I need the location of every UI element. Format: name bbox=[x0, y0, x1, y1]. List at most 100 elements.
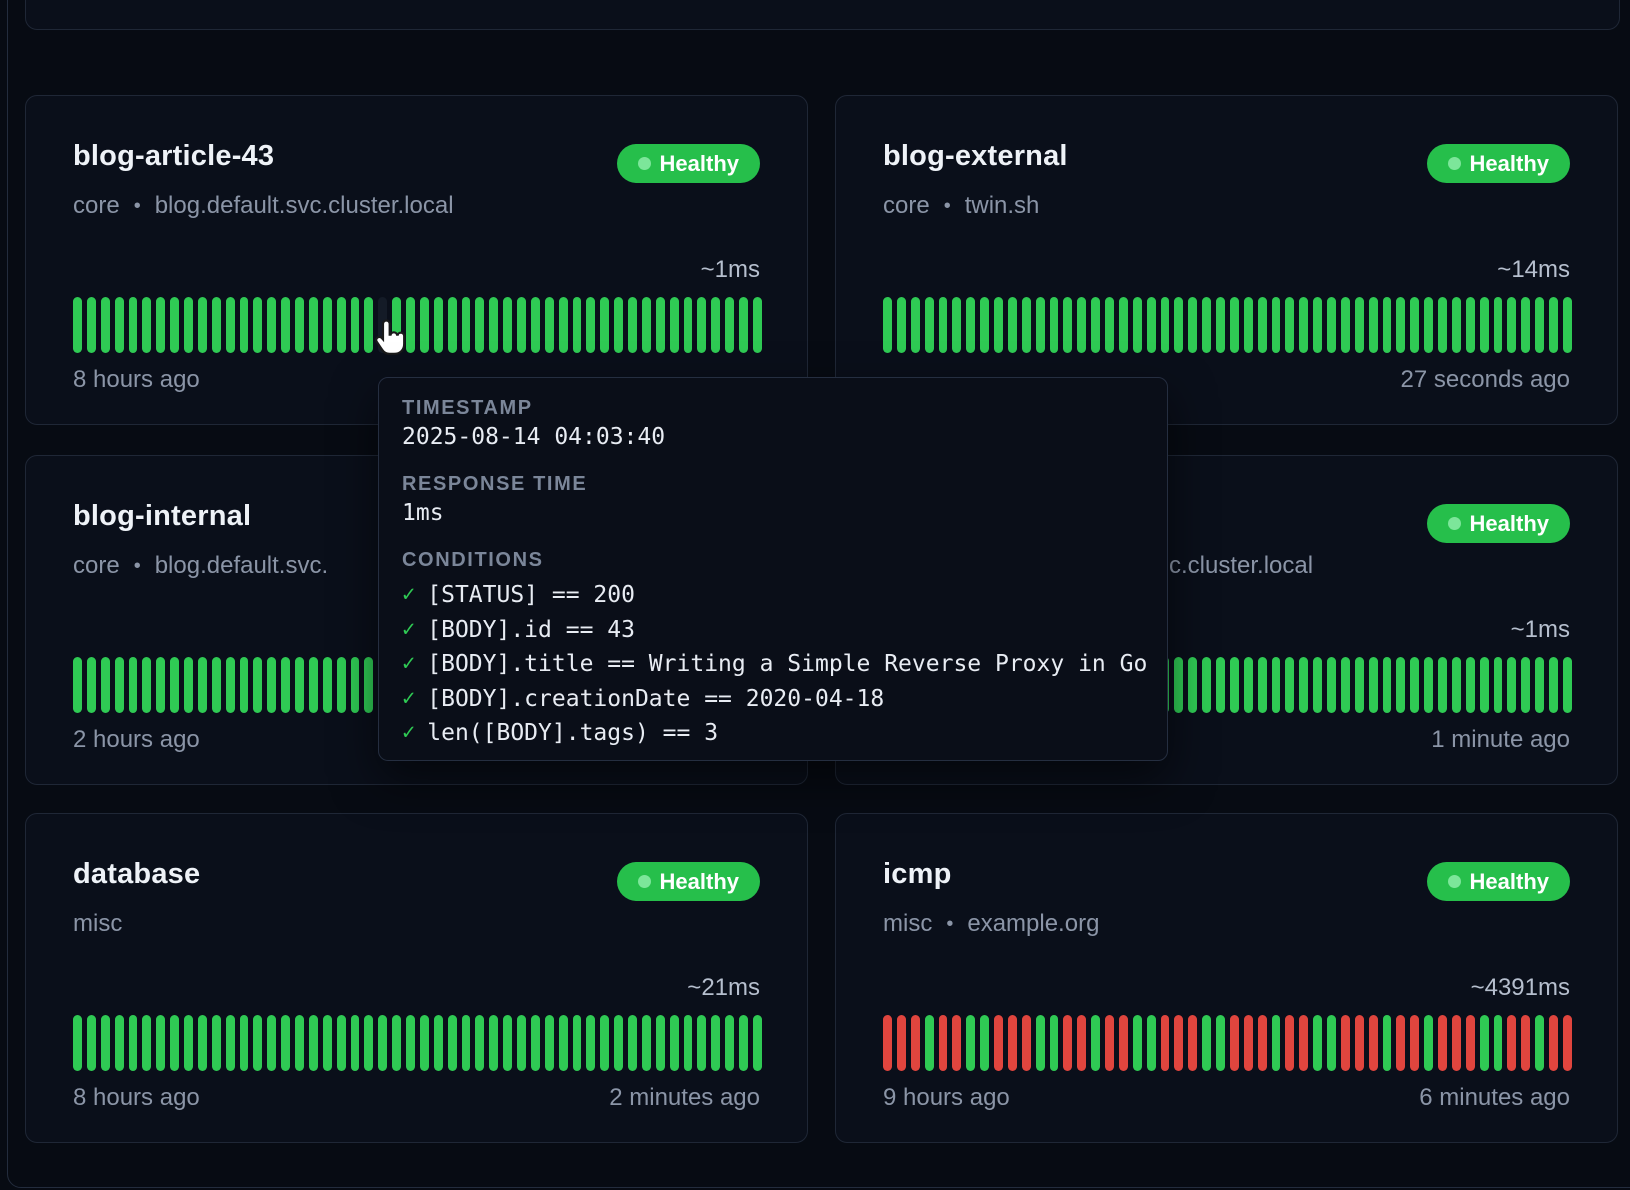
health-bar[interactable] bbox=[337, 1015, 346, 1071]
health-bar[interactable] bbox=[170, 1015, 179, 1071]
health-bar[interactable] bbox=[994, 297, 1003, 353]
health-bar[interactable] bbox=[600, 1015, 609, 1071]
health-bar[interactable] bbox=[897, 297, 906, 353]
health-bar[interactable] bbox=[531, 297, 540, 353]
health-bar[interactable] bbox=[753, 1015, 762, 1071]
health-bar[interactable] bbox=[212, 1015, 221, 1071]
health-bar[interactable] bbox=[378, 1015, 387, 1071]
health-bar[interactable] bbox=[739, 1015, 748, 1071]
service-card-blog-external[interactable]: blog-external Healthy core • twin.sh ~14… bbox=[835, 95, 1618, 425]
health-bar[interactable] bbox=[1022, 297, 1031, 353]
service-card-icmp[interactable]: icmp Healthy misc • example.org ~4391ms … bbox=[835, 813, 1618, 1143]
health-bar[interactable] bbox=[1438, 657, 1447, 713]
health-bar[interactable] bbox=[1230, 1015, 1239, 1071]
health-bar[interactable] bbox=[489, 1015, 498, 1071]
health-bar[interactable] bbox=[1549, 657, 1558, 713]
health-bar[interactable] bbox=[1452, 1015, 1461, 1071]
health-bar[interactable] bbox=[87, 1015, 96, 1071]
health-bar[interactable] bbox=[420, 1015, 429, 1071]
health-bar[interactable] bbox=[1119, 297, 1128, 353]
health-bar[interactable] bbox=[226, 297, 235, 353]
health-bar[interactable] bbox=[212, 297, 221, 353]
health-bar[interactable] bbox=[1285, 657, 1294, 713]
health-bar[interactable] bbox=[337, 297, 346, 353]
health-bar[interactable] bbox=[351, 1015, 360, 1071]
health-bar[interactable] bbox=[364, 657, 373, 713]
health-bar[interactable] bbox=[1091, 1015, 1100, 1071]
health-bar[interactable] bbox=[952, 1015, 961, 1071]
health-bar[interactable] bbox=[1272, 657, 1281, 713]
health-bar[interactable] bbox=[240, 1015, 249, 1071]
health-bar[interactable] bbox=[198, 657, 207, 713]
health-bar[interactable] bbox=[725, 1015, 734, 1071]
health-bar[interactable] bbox=[1355, 297, 1364, 353]
health-bar[interactable] bbox=[129, 657, 138, 713]
health-bar[interactable] bbox=[1174, 1015, 1183, 1071]
health-bar[interactable] bbox=[1327, 297, 1336, 353]
health-bar[interactable] bbox=[1424, 1015, 1433, 1071]
health-bar[interactable] bbox=[697, 297, 706, 353]
health-bar[interactable] bbox=[434, 1015, 443, 1071]
health-bar[interactable] bbox=[1466, 1015, 1475, 1071]
health-bar[interactable] bbox=[1480, 297, 1489, 353]
health-bar[interactable] bbox=[184, 657, 193, 713]
health-bar[interactable] bbox=[503, 1015, 512, 1071]
health-bar[interactable] bbox=[1105, 1015, 1114, 1071]
health-bar[interactable] bbox=[101, 657, 110, 713]
health-bar[interactable] bbox=[1147, 297, 1156, 353]
health-bar[interactable] bbox=[1466, 657, 1475, 713]
health-bar[interactable] bbox=[1341, 297, 1350, 353]
health-bar[interactable] bbox=[559, 297, 568, 353]
health-bar[interactable] bbox=[295, 657, 304, 713]
health-bar[interactable] bbox=[656, 297, 665, 353]
health-bar[interactable] bbox=[1438, 297, 1447, 353]
health-bar[interactable] bbox=[156, 657, 165, 713]
health-bar[interactable] bbox=[1230, 297, 1239, 353]
health-bar[interactable] bbox=[642, 297, 651, 353]
health-bar[interactable] bbox=[1549, 1015, 1558, 1071]
health-bar[interactable] bbox=[1452, 657, 1461, 713]
health-bar[interactable] bbox=[101, 297, 110, 353]
health-bar[interactable] bbox=[198, 297, 207, 353]
health-bar[interactable] bbox=[1258, 657, 1267, 713]
health-bar[interactable] bbox=[156, 1015, 165, 1071]
health-bar[interactable] bbox=[1174, 297, 1183, 353]
health-bar[interactable] bbox=[1549, 297, 1558, 353]
health-bar[interactable] bbox=[559, 1015, 568, 1071]
health-bar[interactable] bbox=[295, 297, 304, 353]
health-bar[interactable] bbox=[1341, 1015, 1350, 1071]
health-bar[interactable] bbox=[545, 297, 554, 353]
health-bar[interactable] bbox=[281, 297, 290, 353]
health-bar[interactable] bbox=[1244, 297, 1253, 353]
health-bar[interactable] bbox=[628, 1015, 637, 1071]
health-bar[interactable] bbox=[925, 297, 934, 353]
health-bar[interactable] bbox=[711, 1015, 720, 1071]
health-bar[interactable] bbox=[1258, 1015, 1267, 1071]
health-bar[interactable] bbox=[670, 297, 679, 353]
health-bar[interactable] bbox=[1050, 1015, 1059, 1071]
health-bar[interactable] bbox=[253, 657, 262, 713]
health-bar[interactable] bbox=[475, 1015, 484, 1071]
health-bar[interactable] bbox=[1410, 1015, 1419, 1071]
health-bar[interactable] bbox=[1507, 297, 1516, 353]
service-card-database[interactable]: database Healthy misc ~21ms 8 hours ago … bbox=[25, 813, 808, 1143]
health-bar[interactable] bbox=[994, 1015, 1003, 1071]
health-bar[interactable] bbox=[281, 1015, 290, 1071]
health-bar[interactable] bbox=[1188, 657, 1197, 713]
health-bar[interactable] bbox=[1008, 1015, 1017, 1071]
health-bar[interactable] bbox=[462, 1015, 471, 1071]
health-bar[interactable] bbox=[115, 1015, 124, 1071]
health-bar[interactable] bbox=[1355, 1015, 1364, 1071]
health-bar[interactable] bbox=[240, 657, 249, 713]
health-bar[interactable] bbox=[1174, 657, 1183, 713]
health-bar[interactable] bbox=[351, 297, 360, 353]
health-bar[interactable] bbox=[1216, 657, 1225, 713]
health-bar[interactable] bbox=[129, 297, 138, 353]
health-bar[interactable] bbox=[1161, 297, 1170, 353]
health-bar[interactable] bbox=[952, 297, 961, 353]
health-bar[interactable] bbox=[1410, 657, 1419, 713]
health-bar[interactable] bbox=[1494, 297, 1503, 353]
health-bar[interactable] bbox=[309, 297, 318, 353]
health-bar[interactable] bbox=[670, 1015, 679, 1071]
health-bar[interactable] bbox=[1535, 297, 1544, 353]
